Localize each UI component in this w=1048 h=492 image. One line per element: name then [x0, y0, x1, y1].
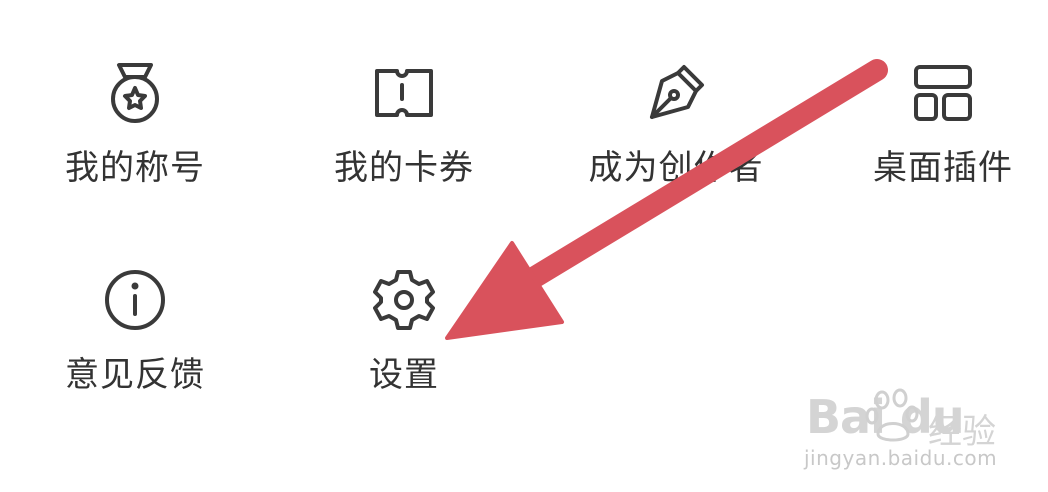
menu-item-label: 桌面插件 [873, 148, 1013, 188]
watermark-url: jingyan.baidu.com [804, 446, 998, 470]
info-icon [100, 265, 170, 335]
medal-icon [100, 58, 170, 128]
baidu-jingyan-watermark: Bai du 经验 jingyan.baidu.com [800, 380, 1020, 480]
pen-nib-icon [641, 58, 711, 128]
menu-item-label: 我的卡券 [334, 148, 474, 188]
menu-item-label: 意见反馈 [65, 355, 205, 395]
widget-icon [908, 58, 978, 128]
gear-icon [369, 265, 439, 335]
menu-item-my-coupons[interactable]: 我的卡券 [334, 58, 474, 189]
menu-item-label: 成为创作者 [588, 148, 764, 188]
menu-item-feedback[interactable]: 意见反馈 [65, 265, 205, 396]
menu-item-label: 我的称号 [65, 148, 205, 188]
menu-item-become-creator[interactable]: 成为创作者 [586, 58, 766, 189]
menu-item-desktop-widgets[interactable]: 桌面插件 [873, 58, 1013, 189]
ticket-icon [369, 58, 439, 128]
menu-item-my-titles[interactable]: 我的称号 [65, 58, 205, 189]
paw-icon [865, 388, 919, 442]
menu-item-settings[interactable]: 设置 [334, 265, 474, 396]
menu-item-label: 设置 [369, 355, 439, 395]
